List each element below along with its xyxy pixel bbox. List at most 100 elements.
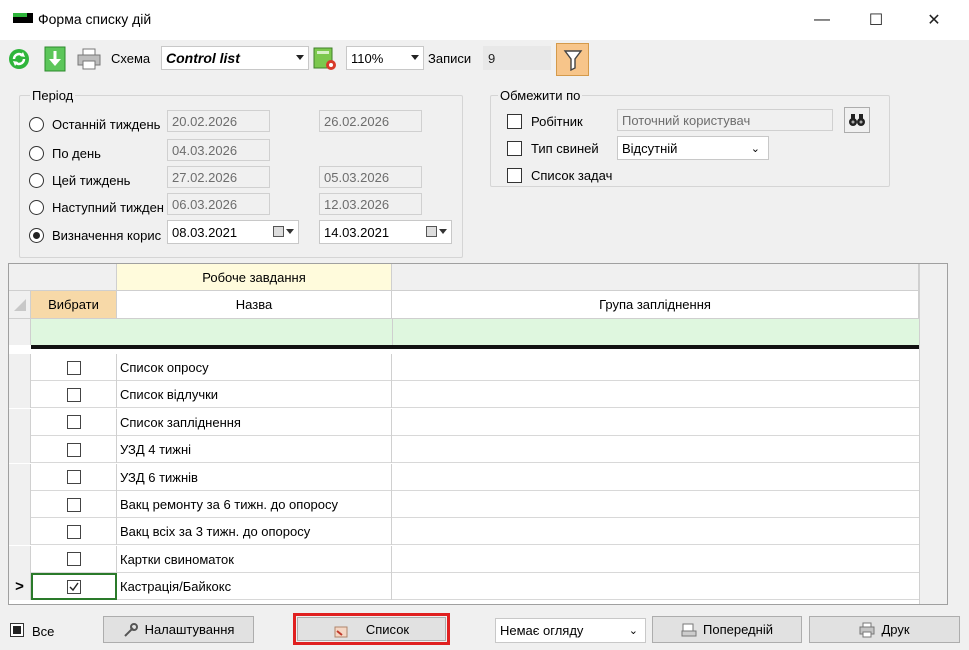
- schema-select[interactable]: Control list: [161, 46, 309, 70]
- col-header-name[interactable]: Назва: [117, 291, 392, 319]
- app-icon: [13, 13, 33, 23]
- table-row[interactable]: УЗД 6 тижнів: [9, 463, 919, 491]
- binoculars-icon: [849, 114, 865, 126]
- filter-row-indicator: [9, 319, 31, 345]
- label-custom: Визначення корис: [52, 228, 162, 243]
- row-task-name: Вакц всіх за 3 тижн. до опоросу: [117, 518, 392, 546]
- printer-icon[interactable]: [76, 46, 102, 72]
- close-button[interactable]: ✕: [905, 0, 963, 40]
- previous-button[interactable]: Попередній: [652, 616, 802, 643]
- table-row[interactable]: Вакц всіх за 3 тижн. до опоросу: [9, 518, 919, 546]
- list-icon: [334, 626, 348, 638]
- fixed-row-separator: [31, 345, 919, 349]
- row-indicator: [9, 381, 31, 409]
- table-row[interactable]: УЗД 4 тижні: [9, 436, 919, 464]
- records-label: Записи: [428, 51, 472, 66]
- chevron-down-icon: [411, 55, 419, 60]
- list-button[interactable]: Список: [297, 617, 446, 641]
- row-checkbox[interactable]: [66, 497, 81, 512]
- col-header-group[interactable]: Група запліднення: [392, 291, 919, 319]
- row-select-cell: [31, 408, 117, 436]
- title-bar: Форма списку дій — ☐ ✕: [0, 0, 969, 40]
- row-insemination-group: [392, 354, 919, 381]
- label-last-week: Останній тиждень: [52, 117, 161, 132]
- next-week-from: 06.03.2026: [167, 193, 270, 215]
- settings-button[interactable]: Налаштування: [103, 616, 254, 643]
- preview-value: Немає огляду: [500, 623, 584, 638]
- printer-icon: [859, 622, 875, 637]
- schema-settings-icon[interactable]: [312, 46, 338, 72]
- table-row[interactable]: Список відлучки: [9, 381, 919, 409]
- row-checkbox[interactable]: [66, 415, 81, 430]
- last-week-to: 26.02.2026: [319, 110, 422, 132]
- previous-button-label: Попередній: [703, 622, 773, 637]
- download-icon[interactable]: [42, 46, 68, 72]
- grid-scrollbar[interactable]: [919, 264, 947, 604]
- row-checkbox[interactable]: [66, 442, 81, 457]
- maximize-button[interactable]: ☐: [847, 0, 905, 40]
- worker-label: Робітник: [531, 114, 583, 129]
- select-worker-button[interactable]: [844, 107, 870, 133]
- radio-last-week[interactable]: [29, 117, 44, 132]
- filter-button[interactable]: [556, 43, 589, 76]
- table-row[interactable]: Картки свиноматок: [9, 545, 919, 573]
- pig-type-checkbox[interactable]: [507, 141, 522, 156]
- preview-icon: [681, 623, 697, 636]
- filter-row-divider: [392, 319, 393, 345]
- row-task-name: Кастрація/Байкокс: [117, 573, 392, 601]
- minimize-button[interactable]: —: [793, 0, 851, 40]
- row-indicator: [9, 354, 31, 381]
- radio-this-week[interactable]: [29, 173, 44, 188]
- row-select-cell: [31, 354, 117, 381]
- select-all-label: Все: [32, 624, 55, 639]
- band-header-empty: [392, 264, 919, 291]
- row-task-name: УЗД 4 тижні: [117, 436, 392, 464]
- corner-triangle-icon: [13, 298, 26, 311]
- schema-label: Схема: [111, 51, 151, 66]
- radio-next-week[interactable]: [29, 200, 44, 215]
- refresh-icon[interactable]: [6, 46, 32, 72]
- row-checkbox[interactable]: [66, 524, 81, 539]
- row-indicator: [9, 463, 31, 491]
- row-indicator: [9, 436, 31, 464]
- col-header-select[interactable]: Вибрати: [31, 291, 117, 319]
- calendar-icon[interactable]: [426, 226, 447, 237]
- print-button[interactable]: Друк: [809, 616, 960, 643]
- row-select-cell: [31, 545, 117, 573]
- row-checkbox[interactable]: [66, 470, 81, 485]
- row-checkbox[interactable]: [66, 579, 81, 594]
- row-checkbox[interactable]: [66, 552, 81, 567]
- row-task-name: Список опросу: [117, 354, 392, 381]
- pig-type-select[interactable]: Відсутній ⌄: [617, 136, 769, 160]
- row-indicator: [9, 408, 31, 436]
- zoom-select[interactable]: 110%: [346, 46, 424, 70]
- row-select-cell: [31, 381, 117, 409]
- worker-checkbox[interactable]: [507, 114, 522, 129]
- preview-select[interactable]: Немає огляду ⌄: [495, 618, 646, 643]
- radio-by-day[interactable]: [29, 146, 44, 161]
- table-row[interactable]: > Кастрація/Байкокс: [9, 573, 919, 601]
- row-task-name: Список відлучки: [117, 381, 392, 409]
- row-checkbox[interactable]: [66, 360, 81, 375]
- custom-from-date[interactable]: 08.03.2021: [167, 220, 299, 244]
- calendar-icon[interactable]: [273, 226, 294, 237]
- row-select-cell: [31, 436, 117, 464]
- filter-icon: [563, 49, 582, 71]
- row-indicator: [9, 491, 31, 518]
- band-header-work-task: Робоче завдання: [117, 264, 392, 291]
- row-task-name: Картки свиноматок: [117, 545, 392, 573]
- this-week-to: 05.03.2026: [319, 166, 422, 188]
- table-row[interactable]: Вакц ремонту за 6 тижн. до опоросу: [9, 491, 919, 518]
- select-all-checkbox[interactable]: [10, 623, 24, 637]
- radio-custom[interactable]: [29, 228, 44, 243]
- table-row[interactable]: Список запліднення: [9, 408, 919, 436]
- custom-to-date[interactable]: 14.03.2021: [319, 220, 452, 244]
- row-select-cell: [31, 491, 117, 518]
- filter-row[interactable]: [31, 319, 919, 345]
- custom-from-value: 08.03.2021: [172, 224, 238, 240]
- by-day-date: 04.03.2026: [167, 139, 270, 161]
- table-row[interactable]: Список опросу: [9, 354, 919, 381]
- row-checkbox[interactable]: [66, 387, 81, 402]
- row-insemination-group: [392, 409, 919, 436]
- task-list-checkbox[interactable]: [507, 168, 522, 183]
